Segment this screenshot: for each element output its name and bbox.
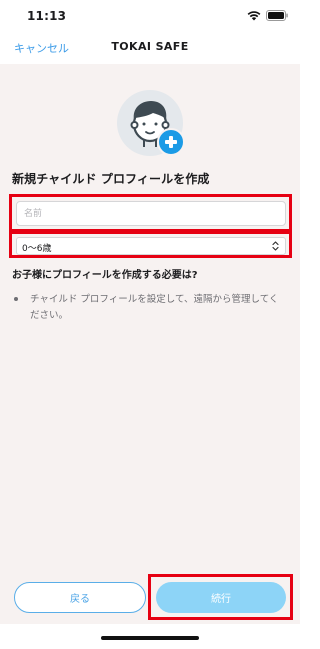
info-bullet-text: チャイルド プロフィールを設定して、遠隔から管理してください。	[30, 294, 279, 321]
name-field-highlight	[9, 194, 292, 232]
age-select-highlight: 0〜6歳	[9, 231, 292, 258]
navigation-bar: キャンセル TOKAI SAFE	[0, 34, 300, 64]
next-button-highlight: 続行	[148, 574, 293, 620]
info-question: お子様にプロフィールを作成する必要は?	[12, 270, 198, 281]
age-range-value: 0〜6歳	[22, 244, 52, 254]
create-profile-content: 新規チャイルド プロフィールを作成 0〜6歳 お子様にプロフィールを作成する必要…	[0, 64, 300, 624]
bullet-icon	[14, 297, 18, 301]
next-button[interactable]: 続行	[156, 582, 286, 613]
add-plus-icon[interactable]	[157, 128, 185, 156]
home-indicator	[101, 636, 199, 640]
page-title: TOKAI SAFE	[111, 40, 189, 53]
name-input[interactable]	[16, 201, 286, 226]
wifi-icon	[247, 11, 261, 21]
section-title: 新規チャイルド プロフィールを作成	[12, 172, 210, 186]
status-bar: 11:13	[0, 0, 300, 34]
chevron-up-down-icon	[272, 241, 279, 251]
age-range-select[interactable]: 0〜6歳	[16, 237, 286, 255]
battery-icon	[266, 10, 288, 21]
status-time: 11:13	[27, 9, 67, 23]
avatar	[117, 90, 185, 158]
back-button[interactable]: 戻る	[14, 582, 146, 613]
